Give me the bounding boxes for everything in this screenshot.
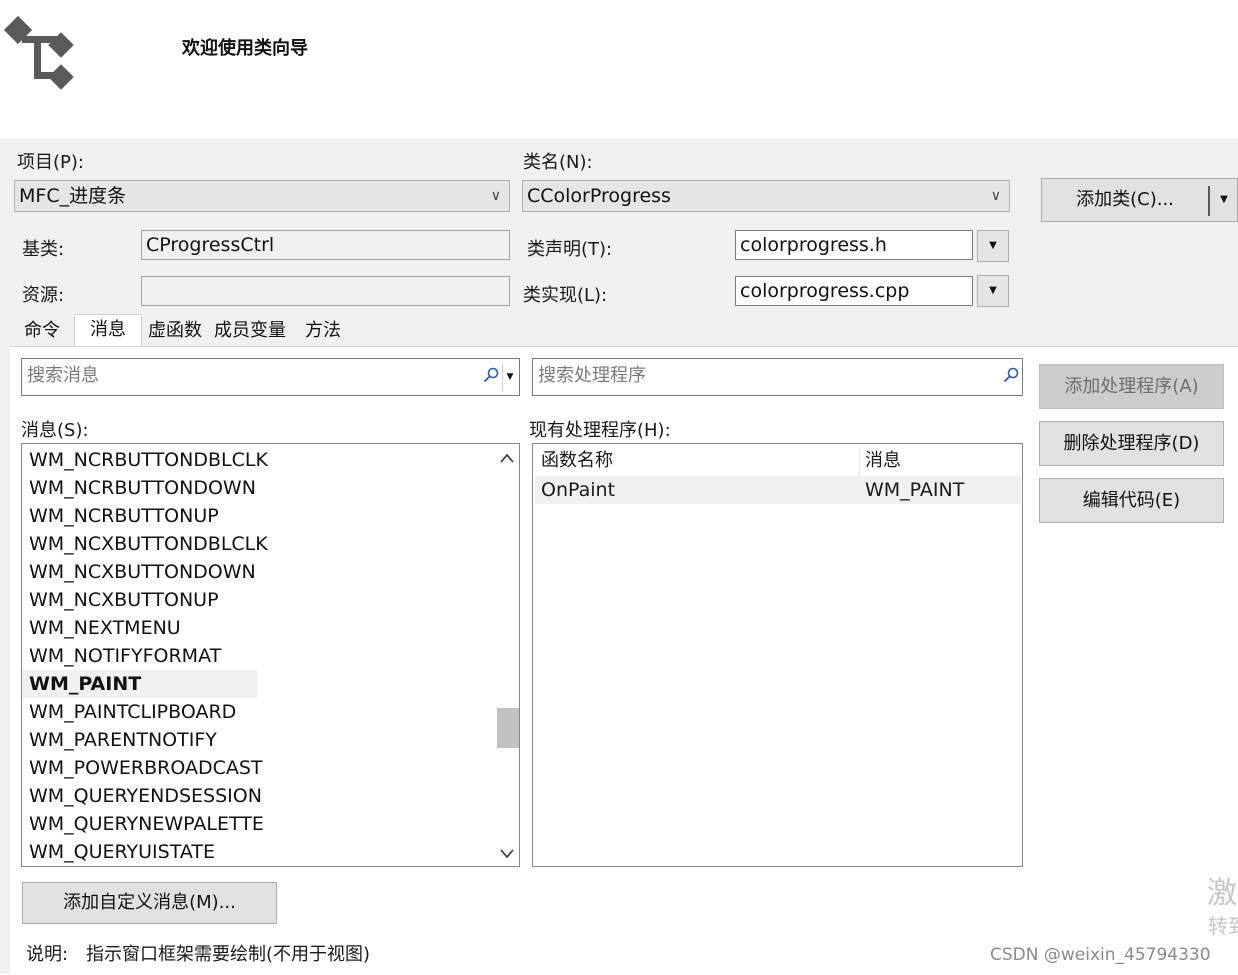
search-icon[interactable]	[483, 367, 499, 383]
messages-list: WM_NCRBUTTONDBLCLK WM_NCRBUTTONDOWN WM_N…	[22, 446, 492, 866]
column-message[interactable]: 消息	[865, 446, 901, 476]
list-item[interactable]: WM_NCRBUTTONDBLCLK	[22, 446, 492, 474]
list-item[interactable]: WM_NCXBUTTONDOWN	[22, 558, 492, 586]
resource-label: 资源:	[22, 285, 65, 306]
chevron-down-icon: ∨	[490, 188, 501, 204]
list-item-selected[interactable]: WM_PAINT	[22, 670, 257, 698]
tab-messages[interactable]: 消息	[74, 314, 142, 346]
handler-function-cell: OnPaint	[541, 479, 616, 501]
list-item[interactable]: WM_QUERYNEWPALETTE	[22, 810, 492, 838]
grid-header: 函数名称 消息	[535, 446, 1021, 477]
message-search-placeholder: 搜索消息	[27, 365, 99, 386]
dropdown-arrow-icon: ▼	[989, 285, 997, 296]
search-icon[interactable]	[1003, 367, 1019, 383]
messages-listbox[interactable]: WM_NCRBUTTONDBLCLK WM_NCRBUTTONDOWN WM_N…	[21, 443, 520, 867]
dropdown-arrow-icon[interactable]: ▼	[1210, 179, 1238, 221]
chevron-down-icon[interactable]	[499, 848, 515, 860]
class-wizard-logo-icon	[3, 15, 74, 90]
classname-combobox[interactable]: CColorProgress ∨	[522, 180, 1010, 212]
list-item[interactable]: WM_NCRBUTTONDOWN	[22, 474, 492, 502]
class-decl-field[interactable]: colorprogress.h	[735, 230, 973, 260]
side-watermark-text: 转到	[1208, 914, 1238, 938]
class-impl-dropdown-button[interactable]: ▼	[977, 275, 1009, 307]
project-value: MFC_进度条	[19, 185, 127, 207]
chevron-down-icon: ∨	[990, 188, 1001, 204]
list-item[interactable]: WM_NOTIFYFORMAT	[22, 642, 492, 670]
message-search-input[interactable]: 搜索消息 ▼	[21, 358, 520, 396]
tab-virtual-functions[interactable]: 虚函数	[142, 316, 208, 346]
edit-code-button[interactable]: 编辑代码(E)	[1039, 478, 1224, 523]
dropdown-arrow-icon: ▼	[989, 240, 997, 251]
project-combobox[interactable]: MFC_进度条 ∨	[14, 180, 510, 212]
table-row[interactable]: OnPaint WM_PAINT	[535, 476, 1021, 504]
add-custom-message-button[interactable]: 添加自定义消息(M)...	[22, 882, 277, 924]
handler-search-input[interactable]: 搜索处理程序	[532, 358, 1023, 396]
handler-search-placeholder: 搜索处理程序	[538, 365, 646, 386]
class-decl-label: 类声明(T):	[527, 239, 613, 260]
resource-field[interactable]	[141, 276, 510, 306]
classname-label: 类名(N):	[523, 152, 593, 173]
wizard-title: 欢迎使用类向导	[182, 38, 308, 59]
description-text: 指示窗口框架需要绘制(不用于视图)	[86, 944, 371, 965]
handlers-grid[interactable]: 函数名称 消息 OnPaint WM_PAINT	[532, 443, 1023, 867]
project-label: 项目(P):	[17, 152, 84, 173]
description-label: 说明:	[26, 944, 69, 965]
add-handler-button[interactable]: 添加处理程序(A)	[1039, 364, 1224, 409]
add-class-button[interactable]: 添加类(C)... ▼	[1041, 178, 1238, 222]
tab-commands[interactable]: 命令	[10, 316, 74, 346]
base-class-label: 基类:	[22, 239, 65, 260]
list-item[interactable]: WM_POWERBROADCAST	[22, 754, 492, 782]
add-class-label: 添加类(C)...	[1076, 189, 1174, 210]
column-function-name[interactable]: 函数名称	[541, 446, 613, 476]
list-item[interactable]: WM_NCXBUTTONDBLCLK	[22, 530, 492, 558]
list-item[interactable]: WM_NCXBUTTONUP	[22, 586, 492, 614]
list-item[interactable]: WM_PAINTCLIPBOARD	[22, 698, 492, 726]
list-item[interactable]: WM_NEXTMENU	[22, 614, 492, 642]
scrollbar-thumb[interactable]	[497, 708, 519, 748]
classname-value: CColorProgress	[527, 185, 671, 207]
delete-handler-button[interactable]: 删除处理程序(D)	[1039, 421, 1224, 466]
list-item[interactable]: WM_QUERYENDSESSION	[22, 782, 492, 810]
messages-label: 消息(S):	[21, 420, 89, 441]
handler-message-cell: WM_PAINT	[865, 479, 965, 501]
messages-scrollbar[interactable]	[495, 444, 519, 866]
wizard-header: 欢迎使用类向导	[0, 0, 1238, 138]
search-options-dropdown-icon[interactable]: ▼	[502, 363, 517, 391]
class-impl-field[interactable]: colorprogress.cpp	[735, 276, 973, 306]
list-item[interactable]: WM_QUERYUISTATE	[22, 838, 492, 866]
tab-methods[interactable]: 方法	[292, 316, 354, 346]
tab-member-variables[interactable]: 成员变量	[208, 316, 292, 346]
list-item[interactable]: WM_NCRBUTTONUP	[22, 502, 492, 530]
column-separator	[859, 448, 860, 476]
class-impl-label: 类实现(L):	[523, 285, 608, 306]
base-class-field[interactable]: CProgressCtrl	[141, 230, 510, 260]
list-item[interactable]: WM_PARENTNOTIFY	[22, 726, 492, 754]
csdn-watermark: CSDN @weixin_45794330	[990, 945, 1211, 965]
chevron-up-icon[interactable]	[499, 452, 515, 464]
handlers-label: 现有处理程序(H):	[529, 420, 671, 441]
side-watermark-char: 激	[1207, 876, 1237, 911]
class-decl-dropdown-button[interactable]: ▼	[977, 230, 1009, 262]
